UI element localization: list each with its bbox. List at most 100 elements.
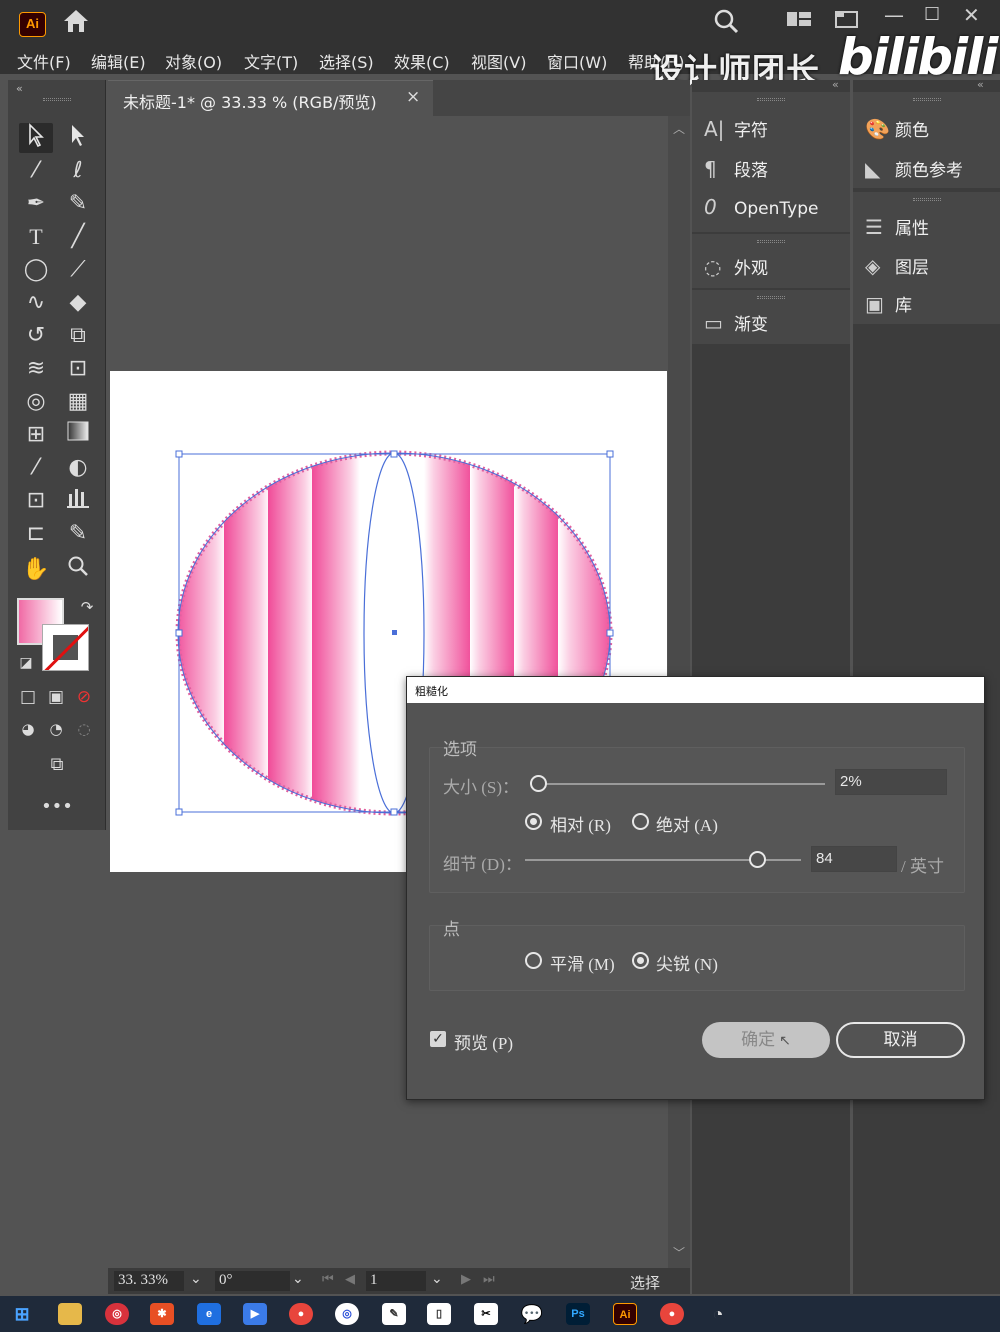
none-mode-icon[interactable]: ⊘ bbox=[69, 682, 99, 712]
panel-grip[interactable] bbox=[42, 98, 71, 101]
direct-selection-tool-icon[interactable] bbox=[61, 123, 95, 153]
size-slider-thumb[interactable] bbox=[530, 775, 547, 792]
panel-properties[interactable]: ☰ 属性 bbox=[865, 214, 929, 239]
illustrator-icon[interactable]: Ai bbox=[613, 1303, 637, 1325]
panel-grip[interactable] bbox=[912, 198, 941, 201]
panel-grip[interactable] bbox=[912, 98, 941, 101]
panel-layers[interactable]: ◈ 图层 bbox=[865, 253, 929, 278]
dialog-titlebar[interactable]: 粗糙化 bbox=[407, 677, 984, 703]
menu-object[interactable]: 对象(O) bbox=[165, 49, 222, 73]
tab-close-icon[interactable]: × bbox=[406, 87, 420, 107]
more-tools-icon[interactable]: ••• bbox=[40, 792, 74, 822]
absolute-radio[interactable] bbox=[632, 813, 649, 830]
line-tool-icon[interactable]: ╱ bbox=[61, 222, 95, 252]
chrome-icon[interactable]: ● bbox=[660, 1303, 684, 1325]
size-slider-track[interactable] bbox=[538, 783, 825, 785]
pen-tool-icon[interactable]: ✒ bbox=[19, 189, 53, 219]
cancel-button[interactable]: 取消 bbox=[836, 1022, 965, 1058]
menu-edit[interactable]: 编辑(E) bbox=[91, 49, 146, 73]
panel-appearance[interactable]: ◌ 外观 bbox=[704, 254, 768, 279]
handle[interactable] bbox=[390, 450, 398, 458]
mesh-tool-icon[interactable]: ⊞ bbox=[19, 420, 53, 450]
preview-label[interactable]: 预览 (P) bbox=[454, 1029, 513, 1054]
artboard-number-field[interactable]: 1 bbox=[366, 1271, 426, 1291]
wechat-icon[interactable]: 💬 bbox=[520, 1303, 544, 1325]
panel-color[interactable]: 🎨 颜色 bbox=[865, 116, 929, 141]
gradient-tool-icon[interactable] bbox=[61, 420, 95, 450]
panel-grip[interactable] bbox=[757, 240, 785, 243]
collapse-icon[interactable]: « bbox=[832, 78, 839, 91]
blend-tool-icon[interactable]: ◐ bbox=[61, 453, 95, 483]
absolute-label[interactable]: 绝对 (A) bbox=[656, 811, 718, 836]
screen-mode-icon[interactable]: ⧉ bbox=[40, 750, 74, 780]
eraser-tool-icon[interactable]: ◆ bbox=[61, 288, 95, 318]
panel-grip[interactable] bbox=[757, 98, 785, 101]
app-icon[interactable]: ◎ bbox=[335, 1303, 359, 1325]
zoom-level-field[interactable]: 33. 33% bbox=[114, 1271, 184, 1291]
document-tab[interactable]: 未标题-1* @ 33.33 % (RGB/预览) × bbox=[108, 80, 433, 116]
panel-libraries[interactable]: ▣ 库 bbox=[865, 291, 912, 316]
lasso-tool-icon[interactable]: ℓ bbox=[61, 156, 95, 186]
capcut-icon[interactable]: ✂ bbox=[474, 1303, 498, 1325]
panel-grip[interactable] bbox=[757, 296, 785, 299]
default-colors-icon[interactable]: ◪ bbox=[9, 648, 43, 678]
prev-artboard-icon[interactable]: ◀ bbox=[345, 1272, 355, 1287]
rotate-tool-icon[interactable]: ↺ bbox=[19, 321, 53, 351]
netease-music-icon[interactable]: ◎ bbox=[105, 1303, 129, 1325]
artboard-dropdown-icon[interactable]: ⌄ bbox=[431, 1271, 443, 1287]
app-icon[interactable]: ✱ bbox=[150, 1303, 174, 1325]
collapse-icon[interactable]: « bbox=[977, 78, 984, 91]
menu-file[interactable]: 文件(F) bbox=[17, 49, 71, 73]
zoom-tool-icon[interactable] bbox=[61, 555, 95, 585]
menu-window[interactable]: 窗口(W) bbox=[547, 49, 607, 73]
paintbrush-tool-icon[interactable]: ⟋ bbox=[61, 255, 95, 285]
curvature-tool-icon[interactable]: ✎ bbox=[61, 189, 95, 219]
graph-tool-icon[interactable] bbox=[61, 486, 95, 516]
corner-label[interactable]: 尖锐 (N) bbox=[656, 950, 718, 975]
rotation-field[interactable]: 0° bbox=[215, 1271, 290, 1291]
last-artboard-icon[interactable]: ⏭ bbox=[483, 1272, 495, 1287]
ok-button[interactable]: 确定 ↖ bbox=[702, 1022, 830, 1058]
maximize-icon[interactable]: ☐ bbox=[924, 0, 940, 30]
preview-checkbox[interactable]: ✓ bbox=[430, 1031, 446, 1047]
eyedropper-tool-icon[interactable]: ⁄ bbox=[19, 453, 53, 483]
detail-input[interactable]: 84 bbox=[811, 846, 897, 872]
handle[interactable] bbox=[390, 808, 398, 816]
draw-behind-icon[interactable]: ◔ bbox=[41, 714, 71, 744]
search-icon[interactable] bbox=[713, 8, 739, 43]
swap-colors-icon[interactable]: ↷ bbox=[70, 592, 104, 622]
first-artboard-icon[interactable]: ⏮ bbox=[322, 1272, 334, 1287]
app-icon[interactable]: ▯ bbox=[427, 1303, 451, 1325]
smooth-radio[interactable] bbox=[525, 952, 542, 969]
relative-radio[interactable] bbox=[525, 813, 542, 830]
next-artboard-icon[interactable]: ▶ bbox=[461, 1272, 471, 1287]
ellipse-tool-icon[interactable]: ◯ bbox=[19, 255, 53, 285]
gradient-mode-icon[interactable]: ▣ bbox=[41, 682, 71, 712]
handle[interactable] bbox=[175, 629, 183, 637]
stroke-color-swatch[interactable] bbox=[42, 624, 89, 671]
perspective-grid-tool-icon[interactable]: ▦ bbox=[61, 387, 95, 417]
type-tool-icon[interactable]: T bbox=[19, 222, 53, 252]
panel-paragraph[interactable]: ¶ 段落 bbox=[704, 156, 768, 181]
width-tool-icon[interactable]: ≋ bbox=[19, 354, 53, 384]
workspace-icon[interactable] bbox=[786, 8, 812, 39]
smooth-label[interactable]: 平滑 (M) bbox=[550, 950, 615, 975]
photoshop-icon[interactable]: Ps bbox=[566, 1303, 590, 1325]
draw-inside-icon[interactable]: ◌ bbox=[69, 714, 99, 744]
notes-icon[interactable]: ✎ bbox=[382, 1303, 406, 1325]
magic-wand-tool-icon[interactable]: ⁄ bbox=[19, 156, 53, 186]
scroll-up-icon[interactable]: ︿ bbox=[673, 120, 685, 137]
zoom-dropdown-icon[interactable]: ⌄ bbox=[190, 1271, 202, 1287]
handle[interactable] bbox=[606, 450, 614, 458]
hand-tool-icon[interactable]: ✋ bbox=[19, 555, 53, 585]
symbol-sprayer-tool-icon[interactable]: ⊡ bbox=[19, 486, 53, 516]
scroll-down-icon[interactable]: ﹀ bbox=[673, 1244, 685, 1261]
rotation-dropdown-icon[interactable]: ⌄ bbox=[292, 1271, 304, 1287]
size-input[interactable]: 2% bbox=[835, 769, 947, 795]
selection-tool-icon[interactable] bbox=[19, 123, 53, 153]
app-icon[interactable]: ▶ bbox=[243, 1303, 267, 1325]
menu-select[interactable]: 选择(S) bbox=[319, 49, 374, 73]
slice-tool-icon[interactable]: ✎ bbox=[61, 519, 95, 549]
color-mode-icon[interactable]: □ bbox=[13, 682, 43, 712]
close-window-icon[interactable]: ✕ bbox=[963, 0, 980, 30]
